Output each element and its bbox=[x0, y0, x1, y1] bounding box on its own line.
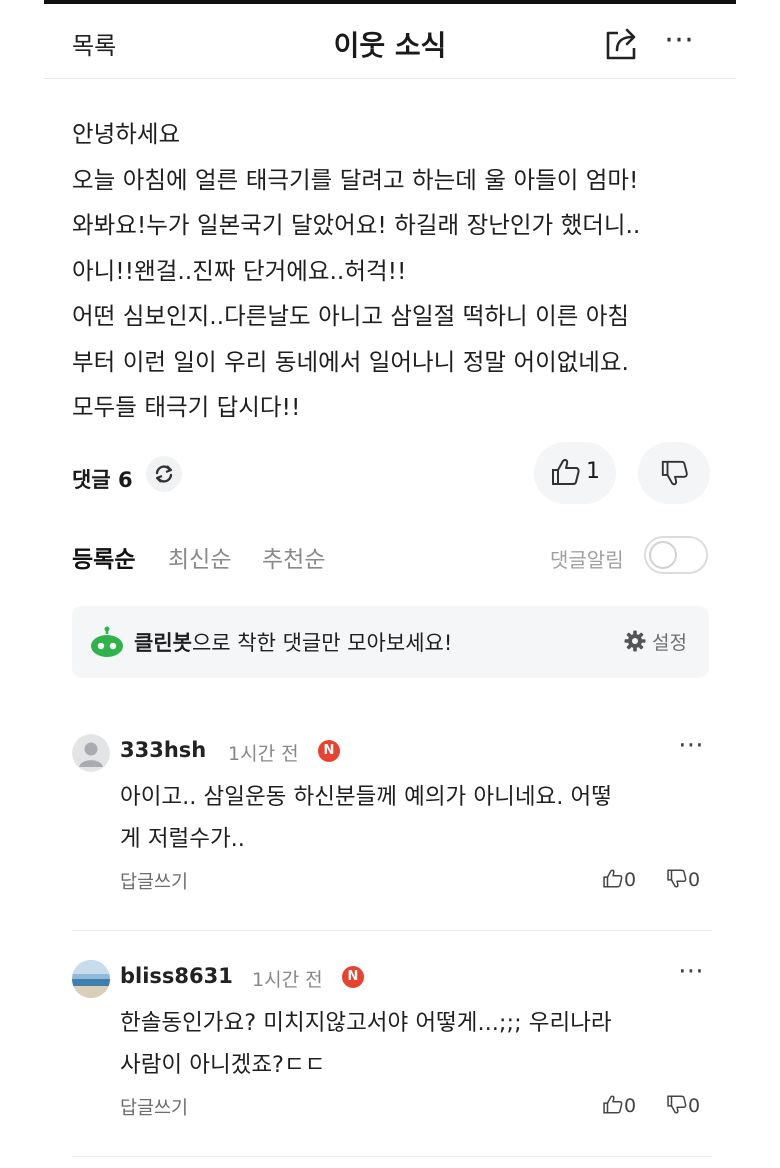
thumbs-down-icon bbox=[667, 1095, 687, 1114]
comment-divider bbox=[72, 930, 712, 931]
comment-username[interactable]: 333hsh bbox=[120, 738, 206, 762]
comment-line: 아이고.. 삼일운동 하신분들께 예의가 아니네요. 어떻 bbox=[120, 784, 612, 810]
header: 목록 이웃 소식 ⋯ bbox=[44, 8, 736, 79]
comment-divider bbox=[72, 1156, 712, 1157]
post-body: 안녕하세요 오늘 아침에 얼른 태극기를 달려고 하는데 울 아들이 엄마! 와… bbox=[72, 112, 732, 431]
like-count: 1 bbox=[586, 459, 600, 484]
comment-like-count: 0 bbox=[624, 1095, 637, 1117]
cleanbot-message-rest: 으로 착한 댓글만 모아보세요! bbox=[191, 631, 453, 655]
comment-dislike-count: 0 bbox=[688, 1095, 701, 1117]
sort-recommended[interactable]: 추천순 bbox=[262, 540, 325, 574]
new-badge: N bbox=[342, 966, 364, 988]
post-line: 아니!!왠걸..진짜 단거에요..허걱!! bbox=[72, 256, 407, 285]
sort-registered[interactable]: 등록순 bbox=[72, 540, 135, 574]
comment-dislike-button[interactable]: 0 bbox=[666, 868, 700, 891]
post-line: 안녕하세요 bbox=[72, 120, 181, 148]
comment-dislike-count: 0 bbox=[688, 869, 701, 891]
cleanbot-name: 클린봇 bbox=[134, 631, 192, 655]
more-icon[interactable]: ⋯ bbox=[664, 22, 696, 57]
comment-text: 아이고.. 삼일운동 하신분들께 예의가 아니네요. 어떻 게 저럴수가.. bbox=[120, 776, 700, 860]
comment-line: 사람이 아니겠죠?ㄷㄷ bbox=[120, 1052, 326, 1078]
comment-username[interactable]: bliss8631 bbox=[120, 964, 233, 988]
post-line: 어떤 심보인지..다른날도 아니고 삼일절 떡하니 이른 아침 bbox=[72, 302, 630, 330]
dislike-button[interactable] bbox=[638, 442, 710, 504]
thumbs-down-icon bbox=[667, 869, 687, 888]
comment-like-count: 0 bbox=[624, 869, 637, 891]
comment-like-button[interactable]: 0 bbox=[602, 1094, 636, 1117]
sort-row: 등록순 최신순 추천순 댓글알림 bbox=[72, 536, 712, 580]
comment-item: 333hsh 1시간 전 N ⋯ 아이고.. 삼일운동 하신분들께 예의가 아니… bbox=[72, 730, 712, 894]
cleanbot-robot-icon bbox=[90, 626, 124, 662]
comment-more-icon[interactable]: ⋯ bbox=[678, 956, 705, 986]
post-line: 와봐요!누가 일본국기 달았어요! 하길래 장난인가 했더니.. bbox=[72, 211, 641, 239]
sort-latest[interactable]: 최신순 bbox=[168, 540, 231, 574]
thumbs-up-icon bbox=[552, 459, 580, 485]
share-icon[interactable] bbox=[602, 24, 642, 62]
comment-time: 1시간 전 bbox=[228, 743, 299, 765]
comment-item: bliss8631 1시간 전 N ⋯ 한솔동인가요? 미치지않고서야 어떻게.… bbox=[72, 956, 712, 1120]
reply-button[interactable]: 답글쓰기 bbox=[120, 868, 188, 894]
top-edge bbox=[44, 0, 736, 4]
reply-button[interactable]: 답글쓰기 bbox=[120, 1094, 188, 1120]
comment-label-text: 댓글 bbox=[72, 468, 111, 492]
comment-more-icon[interactable]: ⋯ bbox=[678, 730, 705, 760]
screen: 목록 이웃 소식 ⋯ 안녕하세요 오늘 아침에 얼른 태극기를 달려고 하는데 … bbox=[0, 0, 780, 1168]
thumbs-up-icon bbox=[603, 1095, 623, 1114]
comment-line: 게 저럴수가.. bbox=[120, 826, 245, 852]
like-button[interactable]: 1 bbox=[534, 442, 616, 504]
thumbs-up-icon bbox=[603, 869, 623, 888]
thumbs-down-icon bbox=[661, 460, 688, 486]
profile-avatar[interactable] bbox=[72, 960, 110, 998]
default-avatar[interactable] bbox=[72, 734, 110, 772]
gear-icon[interactable] bbox=[624, 630, 646, 656]
comment-like-button[interactable]: 0 bbox=[602, 868, 636, 891]
new-badge: N bbox=[318, 740, 340, 762]
comment-count-label: 댓글 6 bbox=[72, 464, 133, 494]
comment-stats-row: 댓글 6 1 bbox=[72, 442, 712, 514]
refresh-icon[interactable] bbox=[146, 456, 182, 492]
post-line: 모두들 태극기 답시다!! bbox=[72, 393, 301, 421]
cleanbot-settings-link[interactable]: 설정 bbox=[652, 628, 687, 655]
comment-dislike-button[interactable]: 0 bbox=[666, 1094, 700, 1117]
comment-notify-label: 댓글알림 bbox=[550, 548, 624, 572]
comment-time: 1시간 전 bbox=[252, 969, 323, 991]
post-line: 부터 이런 일이 우리 동네에서 일어나니 정말 어이없네요. bbox=[72, 347, 630, 376]
comment-text: 한솔동인가요? 미치지않고서야 어떻게...;;; 우리나라 사람이 아니겠죠?… bbox=[120, 1002, 700, 1086]
comment-count: 6 bbox=[117, 468, 133, 492]
toggle-knob bbox=[649, 541, 677, 569]
comment-notify-toggle[interactable] bbox=[644, 536, 708, 574]
comment-line: 한솔동인가요? 미치지않고서야 어떻게...;;; 우리나라 bbox=[120, 1010, 612, 1036]
post-line: 오늘 아침에 얼른 태극기를 달려고 하는데 울 아들이 엄마! bbox=[72, 165, 639, 194]
cleanbot-banner[interactable]: 클린봇으로 착한 댓글만 모아보세요! 설정 bbox=[72, 606, 709, 678]
cleanbot-message: 클린봇으로 착한 댓글만 모아보세요! bbox=[134, 627, 452, 657]
